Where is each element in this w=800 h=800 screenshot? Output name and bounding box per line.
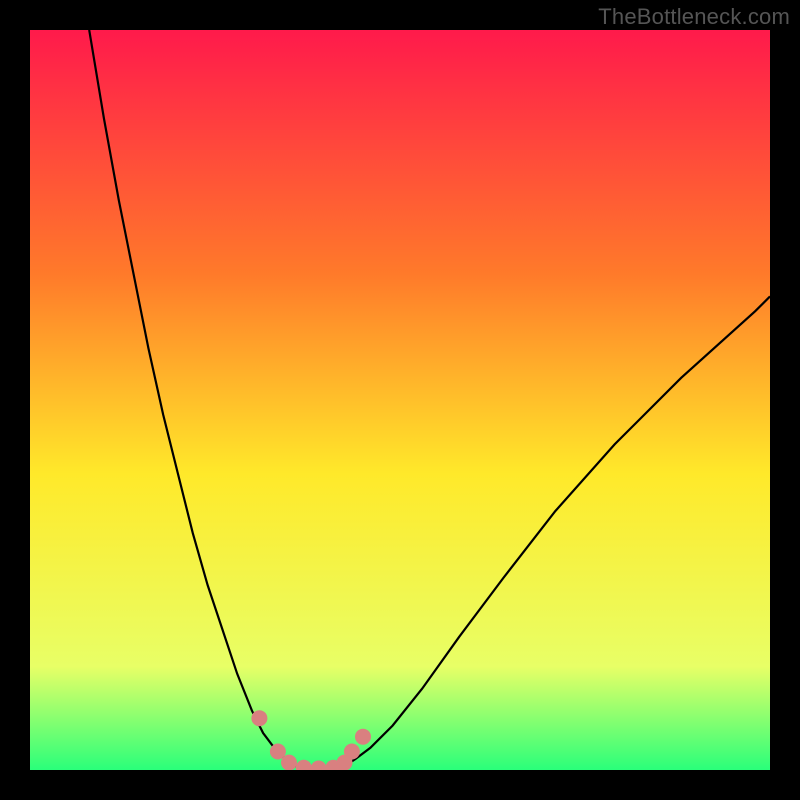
marker-dot <box>251 710 267 726</box>
watermark-text: TheBottleneck.com <box>598 4 790 30</box>
chart-container: TheBottleneck.com <box>0 0 800 800</box>
chart-svg <box>30 30 770 770</box>
plot-area <box>30 30 770 770</box>
marker-dot <box>344 744 360 760</box>
marker-dot <box>355 729 371 745</box>
marker-dot <box>281 755 297 770</box>
